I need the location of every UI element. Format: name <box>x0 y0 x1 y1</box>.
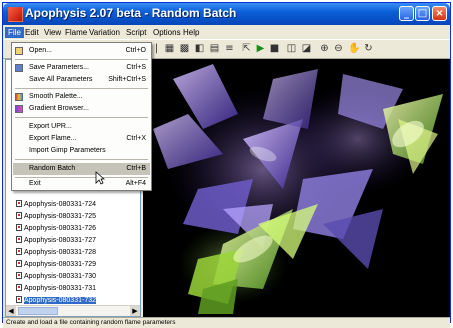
horizontal-scrollbar[interactable]: ◀ ▶ <box>6 305 140 316</box>
palette-icon <box>15 93 23 101</box>
stop-icon[interactable]: ■ <box>269 43 280 54</box>
rotate-icon[interactable]: ↻ <box>363 43 374 54</box>
list-item[interactable]: Apophysis-080331-727 <box>16 236 96 246</box>
menu-file[interactable]: File <box>5 27 24 38</box>
menu-variation[interactable]: Variation <box>89 27 120 38</box>
menu-item-exit[interactable]: Exit Alt+F4 <box>13 178 150 190</box>
menu-separator <box>15 117 148 118</box>
mouse-pointer-icon <box>95 171 105 185</box>
save-icon <box>15 64 23 72</box>
menu-item-import-gimp-parameters[interactable]: Import Gimp Parameters <box>13 145 150 157</box>
flame-file-icon <box>16 248 22 255</box>
flame-file-icon <box>16 236 22 243</box>
zoom-in-icon[interactable]: ⊕ <box>319 43 330 54</box>
menu-script[interactable]: Script <box>126 27 146 38</box>
flame-file-icon <box>16 200 22 207</box>
edit-list-icon[interactable]: ≡ <box>224 43 235 54</box>
status-bar: Create and load a file containing random… <box>3 317 450 328</box>
flame-file-icon <box>16 212 22 219</box>
flame-file-icon <box>16 272 22 279</box>
menu-item-gradient-browser[interactable]: Gradient Browser... <box>13 103 150 115</box>
menu-item-save-parameters[interactable]: Save Parameters... Ctrl+S <box>13 62 150 74</box>
adjust-icon[interactable]: ◪ <box>301 43 312 54</box>
menu-item-save-all-parameters[interactable]: Save All Parameters Shift+Ctrl+S <box>13 74 150 86</box>
menu-options[interactable]: Options <box>153 27 181 38</box>
list-item[interactable]: Apophysis-080331-730 <box>16 272 96 282</box>
menu-help[interactable]: Help <box>183 27 199 38</box>
editor-icon[interactable]: ◫ <box>286 43 297 54</box>
menu-separator <box>15 88 148 89</box>
file-menu-dropdown: Open... Ctrl+O Save Parameters... Ctrl+S… <box>11 42 152 191</box>
flame-file-icon <box>16 296 22 303</box>
menu-separator <box>15 159 148 160</box>
flame-file-icon <box>16 224 22 231</box>
play-icon[interactable]: ▶ <box>255 43 266 54</box>
full-view-icon[interactable]: ◧ <box>194 43 205 54</box>
thumbnails-icon[interactable]: ▤ <box>209 43 220 54</box>
menu-item-random-batch[interactable]: Random Batch Ctrl+B <box>13 163 150 175</box>
menu-view[interactable]: View <box>44 27 61 38</box>
fractal-flame-image <box>153 64 443 314</box>
scroll-right-icon[interactable]: ▶ <box>130 306 140 316</box>
flame-file-icon <box>16 284 22 291</box>
zoom-out-icon[interactable]: ⊖ <box>333 43 344 54</box>
menu-separator <box>15 59 148 60</box>
transform-icon[interactable]: ⇱ <box>241 43 252 54</box>
menu-item-smooth-palette[interactable]: Smooth Palette... <box>13 91 150 103</box>
flame-preview-canvas[interactable] <box>143 59 450 317</box>
list-item[interactable]: Apophysis-080331-725 <box>16 212 96 222</box>
list-item[interactable]: Apophysis-080331-726 <box>16 224 96 234</box>
open-folder-icon <box>15 47 23 55</box>
image-view-icon[interactable]: ▦ <box>164 43 175 54</box>
toolbar-separator-icon: | <box>154 43 159 54</box>
list-item[interactable]: Apophysis-080331-724 <box>16 200 96 210</box>
apophysis-app-icon[interactable] <box>8 7 23 22</box>
hand-pan-icon[interactable]: ✋ <box>348 43 360 54</box>
menu-flame[interactable]: Flame <box>65 27 87 38</box>
menu-edit[interactable]: Edit <box>25 27 39 38</box>
minimize-icon[interactable]: _ <box>399 6 414 21</box>
flame-file-icon <box>16 260 22 267</box>
app-window: Apophysis 2.07 beta - Random Batch _ □ ×… <box>2 2 451 328</box>
scroll-left-icon[interactable]: ◀ <box>6 306 16 316</box>
window-title: Apophysis 2.07 beta - Random Batch <box>25 6 237 20</box>
title-bar[interactable]: Apophysis 2.07 beta - Random Batch _ □ × <box>3 3 450 25</box>
menu-item-export-upr[interactable]: Export UPR... <box>13 121 150 133</box>
menu-item-open[interactable]: Open... Ctrl+O <box>13 45 150 57</box>
scrollbar-thumb[interactable] <box>18 307 58 315</box>
maximize-icon[interactable]: □ <box>415 6 430 21</box>
gradient-icon <box>15 105 23 113</box>
menu-item-export-flame[interactable]: Export Flame... Ctrl+X <box>13 133 150 145</box>
menu-bar: File Edit View Flame Variation Script Op… <box>3 25 450 39</box>
close-icon[interactable]: × <box>432 6 447 21</box>
grid-view-icon[interactable]: ▩ <box>179 43 190 54</box>
list-item[interactable]: Apophysis-080331-729 <box>16 260 96 270</box>
list-item[interactable]: Apophysis-080331-731 <box>16 284 96 294</box>
list-item[interactable]: Apophysis-080331-728 <box>16 248 96 258</box>
